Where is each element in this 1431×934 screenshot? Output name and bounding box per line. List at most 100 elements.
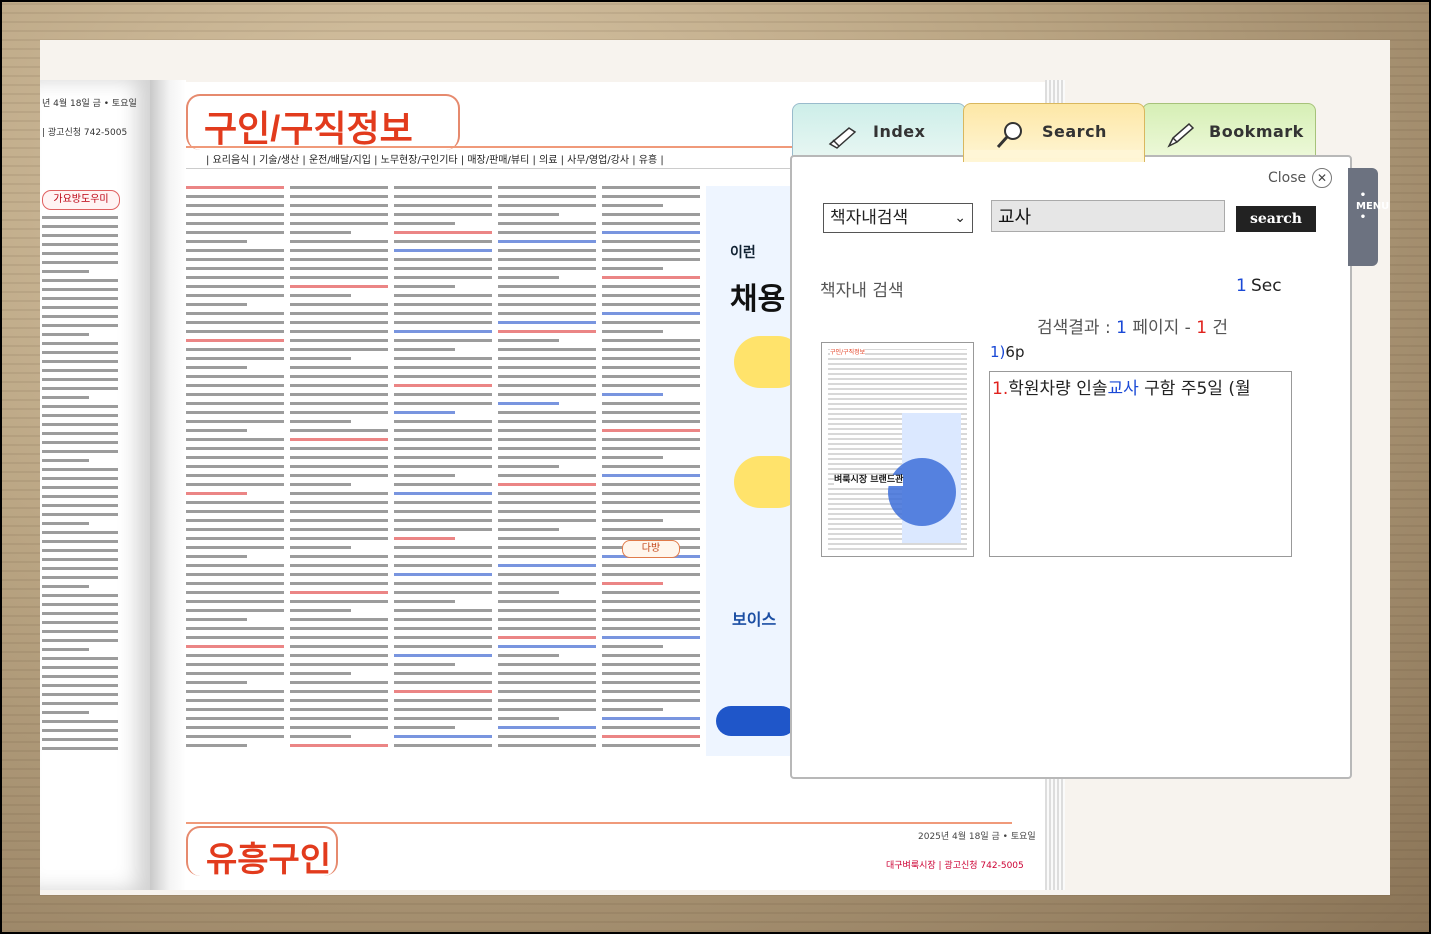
classified-text-line (394, 303, 492, 306)
result-page-number: 6p (1005, 343, 1025, 361)
classified-text-line (394, 735, 492, 738)
tab-search-connector (964, 150, 1142, 158)
classified-text-line (602, 393, 663, 396)
classified-text-line (290, 744, 388, 747)
classified-text-line (42, 279, 118, 282)
classified-text-line (498, 681, 596, 684)
classified-text-line (42, 702, 118, 705)
classified-text-line (394, 321, 492, 324)
classified-text-line (42, 639, 118, 642)
index-hand-icon (828, 127, 857, 149)
classified-text-line (498, 699, 596, 702)
classified-text-line (290, 483, 351, 486)
classified-text-line (394, 402, 492, 405)
classified-text-line (290, 438, 388, 441)
classified-text-line (42, 387, 118, 390)
classified-text-line (498, 744, 596, 747)
classified-text-line (186, 303, 247, 306)
search-scope-select[interactable]: 책자내검색 ⌄ (823, 203, 973, 233)
close-icon[interactable]: ✕ (1312, 168, 1332, 188)
classified-text-line (394, 393, 492, 396)
classified-text-line (186, 258, 284, 261)
classified-text-line (394, 681, 492, 684)
result-snippet[interactable]: 1.학원차량 인솔교사 구함 주5일 (월 (992, 374, 1251, 399)
classified-text-line (290, 726, 388, 729)
classified-text-line (394, 690, 492, 693)
classified-text-line (186, 609, 284, 612)
classified-text-line (42, 450, 118, 453)
classified-text-line (602, 708, 663, 711)
classified-text-line (42, 261, 118, 264)
classified-text-line (290, 600, 388, 603)
page-title: 구인/구직정보 (204, 108, 413, 149)
classified-text-line (290, 618, 388, 621)
tab-bookmark[interactable]: Bookmark (1142, 103, 1316, 161)
classified-text-line (602, 618, 700, 621)
classified-text-line (498, 645, 596, 648)
classified-text-line (186, 690, 284, 693)
classified-text-line (186, 420, 284, 423)
classified-text-line (394, 744, 492, 747)
classified-text-line (498, 564, 596, 567)
classified-text-line (602, 213, 700, 216)
tab-index[interactable]: Index (792, 103, 966, 161)
classified-text-line (394, 582, 492, 585)
classified-text-line (498, 222, 596, 225)
classified-text-line (186, 195, 284, 198)
classified-text-line (394, 555, 492, 558)
classified-text-line (602, 411, 700, 414)
close-label[interactable]: Close (1268, 170, 1306, 186)
classified-text-line (186, 339, 284, 342)
classified-text-line (42, 324, 118, 327)
classified-text-line (290, 492, 388, 495)
classified-text-line (602, 663, 700, 666)
summary-page-count: 1 (1116, 318, 1127, 338)
classified-text-line (186, 510, 284, 513)
classified-text-line (602, 186, 700, 189)
classified-text-line (602, 321, 700, 324)
left-page-ad-line: | 광고신청 742-5005 (42, 128, 128, 138)
classified-column (498, 186, 596, 756)
classified-column (290, 186, 388, 756)
classified-text-line (394, 204, 492, 207)
classified-text-line (42, 729, 118, 732)
classified-text-line (290, 519, 388, 522)
snippet-highlight: 교사 (1107, 379, 1139, 399)
classified-text-line (602, 600, 700, 603)
result-page-link[interactable]: 1)6p (990, 343, 1024, 361)
search-button[interactable]: search (1236, 206, 1316, 232)
classified-text-line (42, 441, 118, 444)
classified-text-line (394, 726, 455, 729)
result-page-thumbnail[interactable]: 구인/구직정보 벼룩시장 브랜드관 (821, 342, 974, 557)
classified-text-line (186, 312, 284, 315)
lower-rule (186, 822, 1012, 824)
classified-text-line (394, 717, 492, 720)
snippet-before: 학원차량 인솔 (1008, 379, 1108, 399)
classified-text-line (290, 465, 388, 468)
classified-text-line (394, 276, 492, 279)
ad-headline-small: 이런 (730, 245, 756, 261)
classified-text-line (186, 348, 284, 351)
classified-text-line (42, 216, 118, 219)
snippet-after: 구함 주5일 (월 (1138, 379, 1251, 399)
classified-text-line (290, 393, 388, 396)
classified-text-line (498, 546, 596, 549)
lower-ad-line: 대구벼룩시장 | 광고신청 742-5005 (886, 861, 1024, 871)
classified-text-line (186, 600, 284, 603)
classified-text-line (498, 402, 559, 405)
result-snippet-box[interactable]: 1.학원차량 인솔교사 구함 주5일 (월 (989, 371, 1292, 557)
classified-text-line (290, 231, 351, 234)
classified-text-line (290, 654, 388, 657)
classified-text-line (42, 288, 118, 291)
classified-text-line (186, 546, 284, 549)
classified-text-line (498, 303, 596, 306)
classified-text-line (498, 420, 596, 423)
search-input[interactable]: 교사 (991, 200, 1225, 232)
classified-text-line (186, 402, 284, 405)
classified-text-line (42, 513, 118, 516)
classified-text-line (498, 393, 596, 396)
classified-text-line (602, 456, 663, 459)
classified-text-line (290, 222, 388, 225)
classified-text-line (42, 495, 118, 498)
classified-text-line (602, 501, 700, 504)
